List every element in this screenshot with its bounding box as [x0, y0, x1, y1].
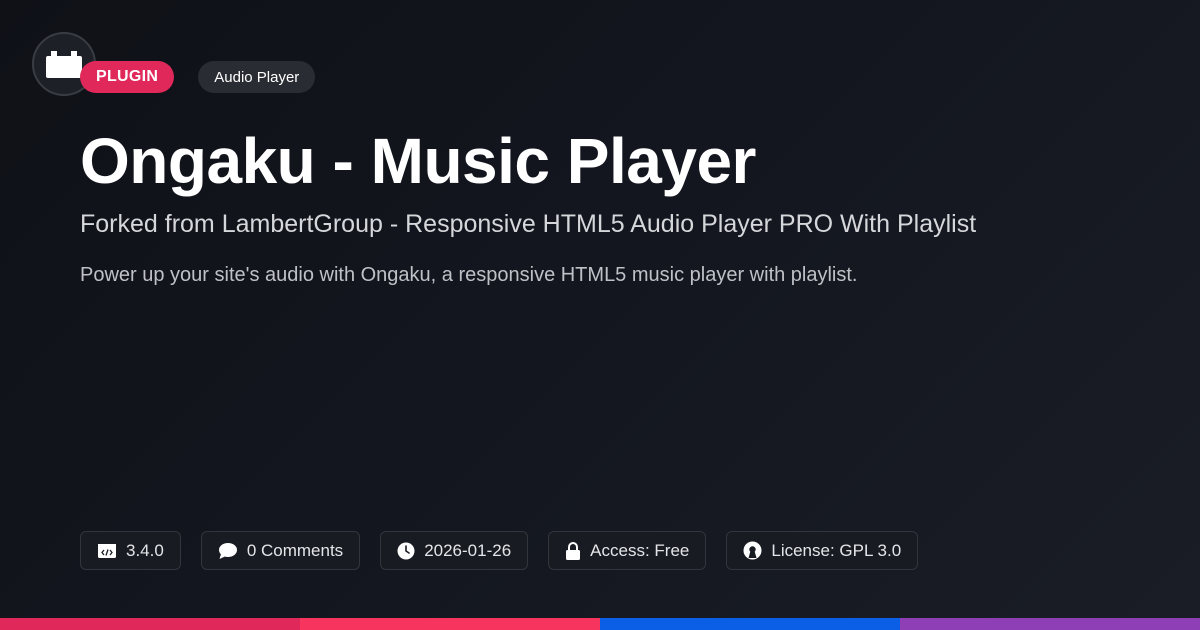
date-chip: 2026-01-26	[380, 531, 529, 570]
meta-row: 3.4.0 0 Comments 2026-01-26 Access: Free…	[80, 531, 919, 570]
bottom-bar-segment-1	[0, 618, 300, 630]
version-chip: 3.4.0	[80, 531, 181, 570]
bottom-accent-bar	[0, 618, 1200, 630]
comments-chip[interactable]: 0 Comments	[200, 531, 361, 570]
type-badge[interactable]: PLUGIN	[80, 61, 175, 93]
plugin-block-icon	[46, 51, 82, 78]
open-source-icon	[743, 541, 762, 560]
license-label: License: GPL 3.0	[771, 540, 902, 560]
speech-bubble-icon	[218, 542, 237, 559]
page-title: Ongaku - Music Player	[80, 125, 756, 197]
version-label: 3.4.0	[126, 540, 164, 560]
page-description: Power up your site's audio with Ongaku, …	[80, 264, 858, 286]
bottom-bar-segment-4	[900, 618, 1200, 630]
access-label: Access: Free	[590, 540, 690, 560]
date-label: 2026-01-26	[424, 540, 512, 560]
access-chip: Access: Free	[548, 531, 707, 570]
page-subtitle: Forked from LambertGroup - Responsive HT…	[80, 210, 977, 238]
bottom-bar-segment-2	[300, 618, 600, 630]
lock-icon	[566, 541, 581, 560]
bottom-bar-segment-3	[600, 618, 900, 630]
category-badge[interactable]: Audio Player	[198, 61, 316, 93]
badge-row: PLUGIN Audio Player	[80, 61, 316, 93]
comments-label: 0 Comments	[246, 540, 344, 560]
license-chip[interactable]: License: GPL 3.0	[726, 531, 919, 570]
code-window-icon	[98, 543, 116, 558]
clock-icon	[397, 542, 415, 559]
